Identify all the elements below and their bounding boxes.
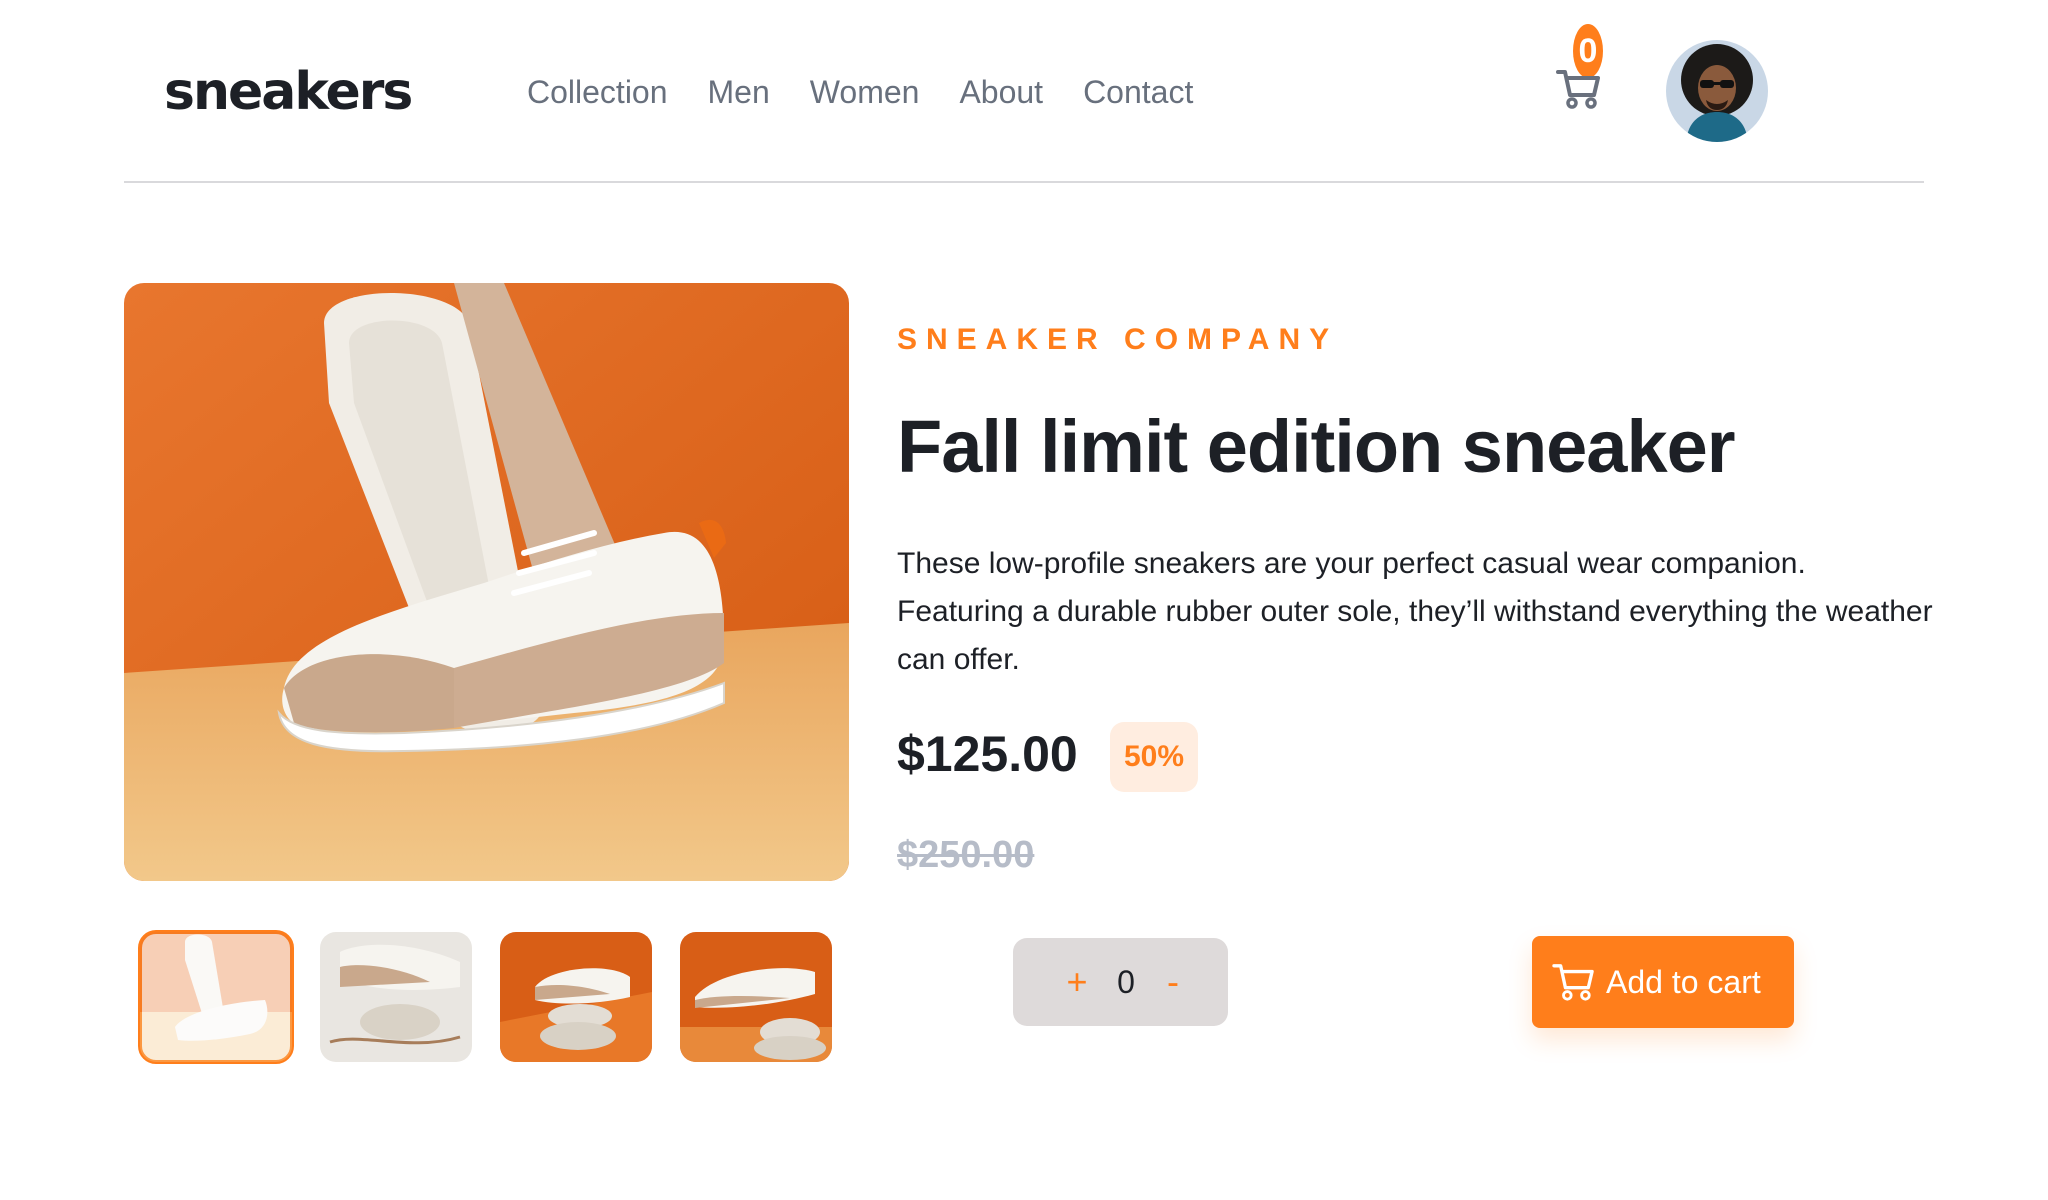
thumbnail-strip	[138, 930, 832, 1064]
thumbnail-3[interactable]	[500, 932, 652, 1062]
main-nav: Collection Men Women About Contact	[527, 72, 1193, 112]
nav-item-collection[interactable]: Collection	[527, 72, 668, 112]
original-price: $250.00	[897, 834, 1035, 876]
thumbnail-4[interactable]	[680, 932, 832, 1062]
thumbnail-2[interactable]	[320, 932, 472, 1062]
product-main-image[interactable]	[124, 283, 849, 881]
site-header: sneakers Collection Men Women About Cont…	[124, 0, 1924, 183]
user-avatar[interactable]	[1666, 40, 1768, 142]
thumbnail-2-image	[320, 932, 472, 1062]
quantity-value: 0	[1117, 964, 1135, 1000]
nav-item-contact[interactable]: Contact	[1083, 72, 1193, 112]
discount-badge: 50%	[1110, 722, 1198, 792]
cart-button[interactable]: 0	[1556, 24, 1612, 114]
thumbnail-3-image	[500, 932, 652, 1062]
product-description: These low-profile sneakers are your perf…	[897, 547, 1933, 676]
nav-item-men[interactable]: Men	[708, 72, 770, 112]
nav-item-about[interactable]: About	[959, 72, 1043, 112]
nav-item-women[interactable]: Women	[810, 72, 920, 112]
add-to-cart-button[interactable]: Add to cart	[1532, 936, 1794, 1028]
company-name: SNEAKER COMPANY	[897, 323, 1339, 356]
thumbnail-4-image	[680, 932, 832, 1062]
add-to-cart-label: Add to cart	[1606, 963, 1761, 1000]
thumbnail-1-image	[140, 932, 292, 1062]
current-price: $125.00	[897, 726, 1078, 782]
quantity-decrease-button[interactable]: -	[1153, 960, 1193, 1004]
quantity-increase-button[interactable]: +	[1057, 960, 1097, 1004]
sneaker-photo	[124, 283, 849, 881]
thumbnail-1[interactable]	[138, 930, 294, 1064]
brand-logo[interactable]: sneakers	[164, 60, 413, 124]
cart-icon	[1552, 964, 1594, 1001]
avatar-image	[1666, 40, 1768, 142]
quantity-stepper: + 0 -	[1013, 938, 1228, 1026]
cart-icon	[1556, 70, 1600, 109]
product-title: Fall limit edition sneaker	[897, 405, 1736, 488]
